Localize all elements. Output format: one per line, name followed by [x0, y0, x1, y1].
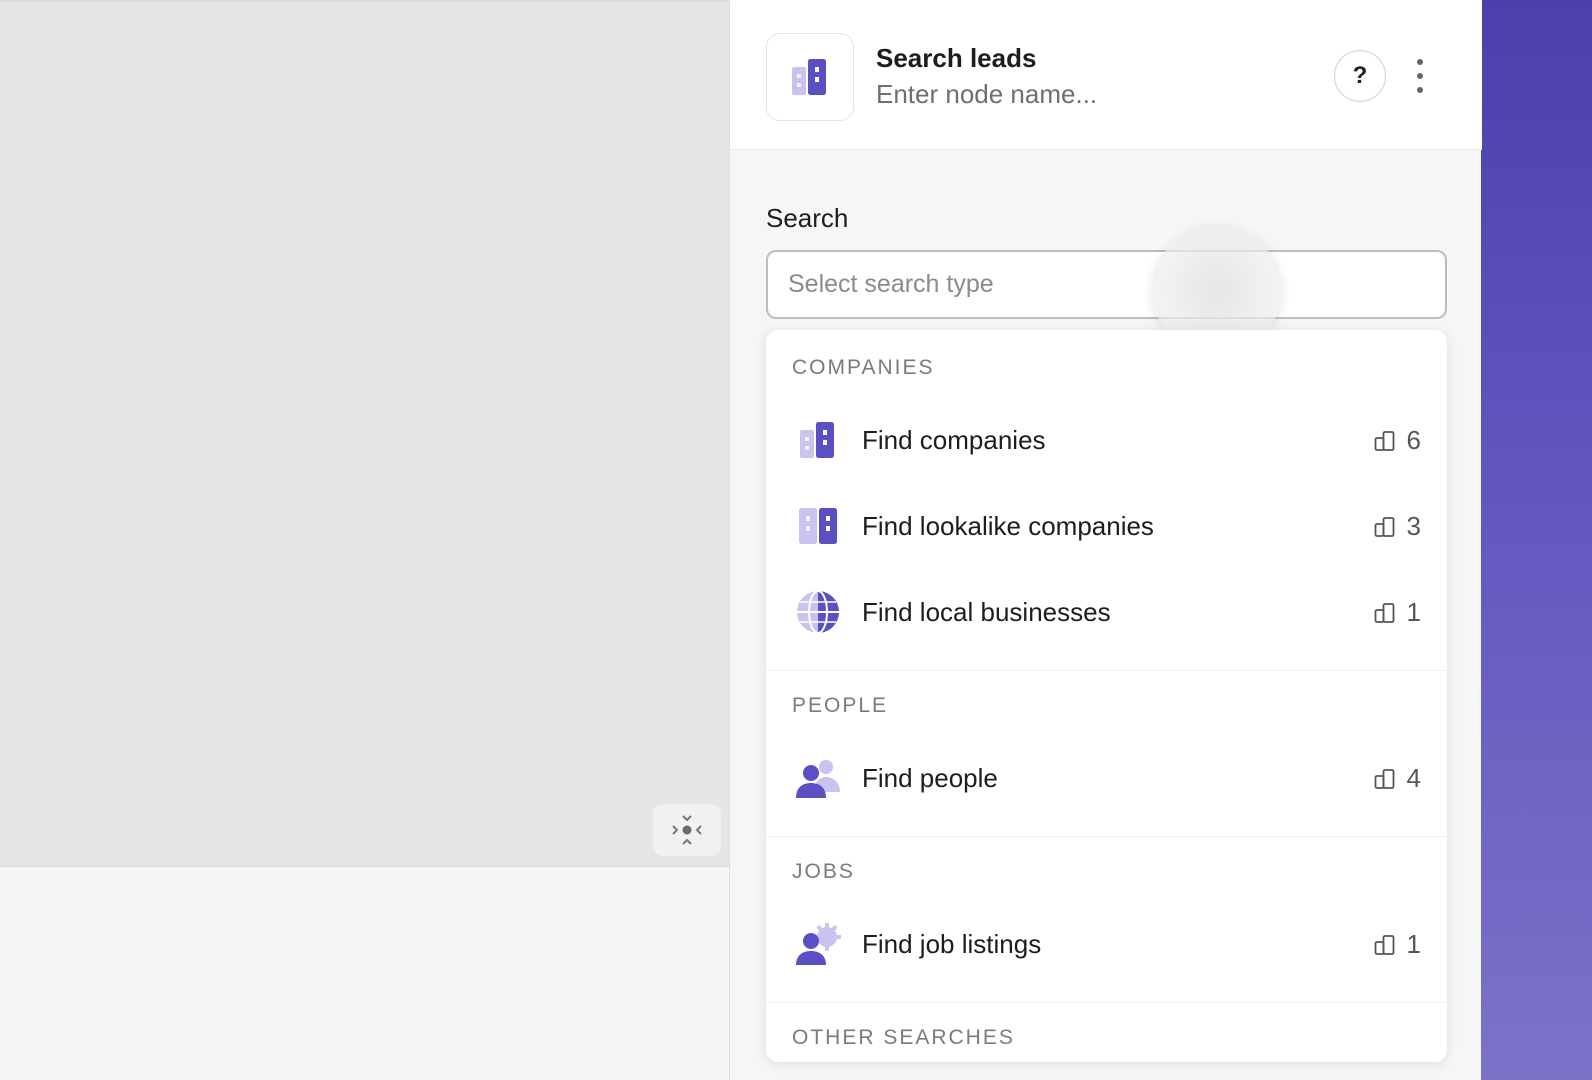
people-icon [792, 752, 844, 804]
credit-count-value: 6 [1406, 425, 1421, 455]
panel-header: Search leads Enter node name... ? [730, 0, 1482, 150]
search-field-label: Search [766, 203, 849, 233]
section-title-people: PEOPLE [792, 694, 889, 717]
credits-icon [1374, 934, 1394, 955]
dot-icon [1417, 73, 1423, 79]
option-credit-count: 1 [1373, 929, 1421, 960]
option-label: Find people [862, 763, 998, 793]
option-find-job-listings[interactable]: Find job listings 1 [766, 904, 1447, 984]
option-label: Find lookalike companies [862, 511, 1154, 541]
more-options-button[interactable] [1408, 54, 1432, 98]
option-find-lookalike-companies[interactable]: Find lookalike companies 3 [766, 486, 1447, 566]
option-find-companies[interactable]: Find companies 6 [766, 400, 1447, 480]
help-button[interactable]: ? [1334, 50, 1386, 102]
section-divider [766, 836, 1447, 837]
option-label: Find local businesses [862, 597, 1111, 627]
option-credit-count: 1 [1373, 597, 1421, 628]
section-title-jobs: JOBS [792, 860, 855, 883]
node-config-panel: Search leads Enter node name... ? Search… [729, 0, 1482, 1080]
credit-count-value: 1 [1406, 929, 1421, 959]
credits-icon [1374, 768, 1394, 789]
search-type-select[interactable] [766, 250, 1447, 319]
section-title-companies: COMPANIES [792, 356, 935, 379]
option-credit-count: 6 [1373, 425, 1421, 456]
fit-view-icon [672, 815, 702, 845]
credits-icon [1374, 516, 1394, 537]
option-label: Find job listings [862, 929, 1042, 959]
section-title-other-searches: OTHER SEARCHES [792, 1026, 1015, 1049]
building-icon [792, 414, 844, 466]
credit-count-value: 3 [1406, 511, 1421, 541]
building-icon [792, 59, 826, 95]
node-type-title: Search leads [876, 43, 1037, 73]
background-strip [1481, 0, 1592, 1080]
option-credit-count: 3 [1373, 511, 1421, 542]
option-find-local-businesses[interactable]: Find local businesses 1 [766, 572, 1447, 652]
globe-icon [792, 586, 844, 638]
credits-icon [1374, 430, 1394, 451]
option-find-people[interactable]: Find people 4 [766, 738, 1447, 818]
credit-count-value: 1 [1406, 597, 1421, 627]
search-type-dropdown: COMPANIES Find companies 6 Find lookalik… [766, 330, 1447, 1062]
job-person-icon [792, 918, 844, 970]
dot-icon [1417, 87, 1423, 93]
option-credit-count: 4 [1373, 763, 1421, 794]
dot-icon [1417, 59, 1423, 65]
credits-icon [1374, 602, 1394, 623]
building-lookalike-icon [792, 500, 844, 552]
workflow-canvas[interactable] [0, 0, 729, 866]
node-icon-box [766, 33, 854, 121]
node-name-field[interactable]: Enter node name... [876, 79, 1097, 110]
canvas-footer-area [0, 866, 729, 1080]
section-divider [766, 670, 1447, 671]
section-divider [766, 1002, 1447, 1003]
option-label: Find companies [862, 425, 1046, 455]
credit-count-value: 4 [1406, 763, 1421, 793]
fit-view-button[interactable] [653, 804, 721, 856]
